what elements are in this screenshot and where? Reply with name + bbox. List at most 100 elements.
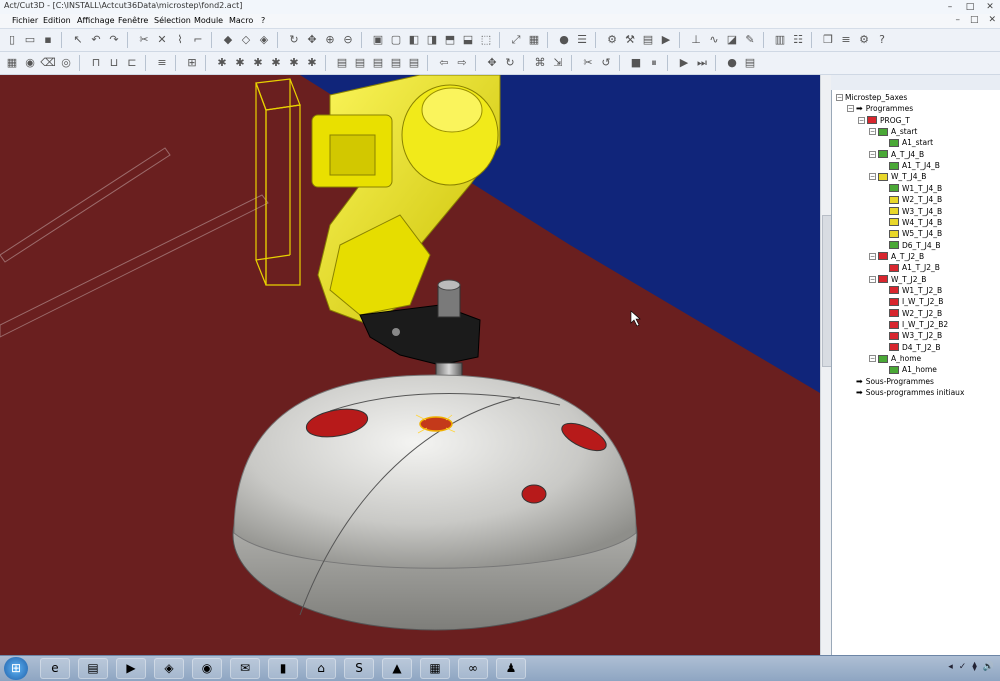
doc3-icon[interactable]: ▤ [370, 55, 386, 71]
minimize-icon[interactable]: – [940, 0, 960, 14]
stop-icon[interactable]: ■ [628, 55, 644, 71]
glasses-icon[interactable]: ∞ [458, 658, 488, 679]
redo-icon[interactable]: ↷ [106, 32, 122, 48]
tree-node[interactable]: D4_T_J2_B [880, 342, 941, 353]
frame-icon[interactable]: ▤ [640, 32, 656, 48]
collapse-toggle-icon[interactable]: − [847, 105, 854, 113]
menu-help[interactable]: ? [261, 16, 265, 25]
play-icon[interactable]: ▶ [676, 55, 692, 71]
ccw-icon[interactable]: ↺ [598, 55, 614, 71]
axis-icon[interactable]: ⊥ [688, 32, 704, 48]
erase-icon[interactable]: ⌫ [40, 55, 56, 71]
tree-node[interactable]: W5_T_J4_B [880, 228, 942, 239]
collapse-toggle-icon[interactable]: − [869, 252, 876, 260]
arrow-right-icon[interactable]: ⇨ [454, 55, 470, 71]
tree-node[interactable]: W1_T_J2_B [880, 285, 942, 296]
list-icon[interactable]: ≡ [154, 55, 170, 71]
link-icon[interactable]: ⌇ [172, 32, 188, 48]
mark-icon[interactable]: ⌘ [532, 55, 548, 71]
pause-icon[interactable]: ⏸ [646, 55, 662, 71]
select-arrow-icon[interactable]: ↖ [70, 32, 86, 48]
start-icon[interactable]: ⊞ [4, 657, 28, 680]
props-icon[interactable]: ☷ [790, 32, 806, 48]
chart-icon[interactable]: ▦ [420, 658, 450, 679]
edit-icon[interactable]: ✎ [742, 32, 758, 48]
doc-restore-icon[interactable]: □ [970, 15, 979, 25]
tool3-icon[interactable]: ⊏ [124, 55, 140, 71]
tree-node[interactable]: − A_T_J4_B [869, 149, 924, 160]
list-icon[interactable]: ≡ [838, 32, 854, 48]
tree-node[interactable]: A1_T_J2_B [880, 262, 940, 273]
tree-node[interactable]: ➡ Sous-Programmes [847, 376, 934, 387]
tree-node[interactable]: D6_T_J4_B [880, 240, 941, 251]
menu-module[interactable]: Module [194, 16, 223, 25]
puzzle-icon[interactable]: ◈ [154, 658, 184, 679]
save-icon[interactable]: ▪ [40, 32, 56, 48]
step-icon[interactable]: ⏭ [694, 55, 710, 71]
table-icon[interactable]: ▥ [772, 32, 788, 48]
cube-icon[interactable]: ❒ [820, 32, 836, 48]
tree-node[interactable]: A1_home [880, 364, 937, 375]
ruler-icon[interactable]: ⊞ [184, 55, 200, 71]
maximize-icon[interactable]: □ [960, 0, 980, 14]
view-shaded-icon[interactable]: ◆ [220, 32, 236, 48]
menu-edition[interactable]: Edition [43, 16, 71, 25]
tree-node[interactable]: I_W_T_J2_B [880, 296, 943, 307]
bulb5-icon[interactable]: ✱ [286, 55, 302, 71]
bulb2-icon[interactable]: ✱ [232, 55, 248, 71]
tree-node[interactable]: − PROG_T [858, 115, 910, 126]
cut-icon[interactable]: ✂ [136, 32, 152, 48]
tree-node[interactable]: W1_T_J4_B [880, 183, 942, 194]
media-player-icon[interactable]: ▶ [116, 658, 146, 679]
zoom-in-icon[interactable]: ⊕ [322, 32, 338, 48]
doc2-icon[interactable]: ▤ [352, 55, 368, 71]
tree-node[interactable]: − A_start [869, 126, 917, 137]
excel-icon[interactable]: ▲ [382, 658, 412, 679]
skype-icon[interactable]: S [344, 658, 374, 679]
tree-node[interactable]: I_W_T_J2_B2 [880, 319, 948, 330]
menu-fichier[interactable]: Fichier [12, 16, 38, 25]
tray-check-icon[interactable]: ✓ [959, 662, 967, 672]
tray-volume-icon[interactable]: 🔊 [983, 662, 994, 672]
tree-node[interactable]: W3_T_J2_B [880, 330, 942, 341]
view-bottom-icon[interactable]: ⬓ [460, 32, 476, 48]
part-icon[interactable]: ◪ [724, 32, 740, 48]
tray-expand-icon[interactable]: ◂ [948, 662, 953, 672]
settings-icon[interactable]: ⚙ [856, 32, 872, 48]
tree-node[interactable]: W3_T_J4_B [880, 206, 942, 217]
frame-icon[interactable]: ▤ [742, 55, 758, 71]
pan-icon[interactable]: ✥ [304, 32, 320, 48]
trim-icon[interactable]: ✕ [154, 32, 170, 48]
menu-macro[interactable]: Macro [229, 16, 253, 25]
bulb6-icon[interactable]: ✱ [304, 55, 320, 71]
doc-minimize-icon[interactable]: – [955, 15, 960, 25]
corner-icon[interactable]: ⌐ [190, 32, 206, 48]
grid-icon[interactable]: ▦ [4, 55, 20, 71]
menu-fenetre[interactable]: Fenêtre [118, 16, 148, 25]
view-color-icon[interactable]: ◈ [256, 32, 272, 48]
move-icon[interactable]: ✥ [484, 55, 500, 71]
open-icon[interactable]: ▭ [22, 32, 38, 48]
sphere-icon[interactable]: ● [556, 32, 572, 48]
view-right-icon[interactable]: ◨ [424, 32, 440, 48]
layer-icon[interactable]: ☰ [574, 32, 590, 48]
menu-selection[interactable]: Sélection [154, 16, 191, 25]
view-front-icon[interactable]: ▣ [370, 32, 386, 48]
robot-icon[interactable]: ⚙ [604, 32, 620, 48]
bulb1-icon[interactable]: ✱ [214, 55, 230, 71]
rotate-icon[interactable]: ↻ [286, 32, 302, 48]
tree-node[interactable]: − A_T_J2_B [869, 251, 924, 262]
view-iso-icon[interactable]: ⬚ [478, 32, 494, 48]
tool1-icon[interactable]: ⊓ [88, 55, 104, 71]
arrow-left-icon[interactable]: ⇦ [436, 55, 452, 71]
tree-node[interactable]: W2_T_J4_B [880, 194, 942, 205]
view-wire-icon[interactable]: ◇ [238, 32, 254, 48]
tree-node[interactable]: − ➡ Programmes [847, 103, 913, 114]
view-back-icon[interactable]: ▢ [388, 32, 404, 48]
tree-node[interactable]: − W_T_J2_B [869, 274, 926, 285]
doc4-icon[interactable]: ▤ [388, 55, 404, 71]
view-left-icon[interactable]: ◧ [406, 32, 422, 48]
play-icon[interactable]: ▶ [658, 32, 674, 48]
outlook-icon[interactable]: ✉ [230, 658, 260, 679]
tag2-icon[interactable]: ◎ [58, 55, 74, 71]
